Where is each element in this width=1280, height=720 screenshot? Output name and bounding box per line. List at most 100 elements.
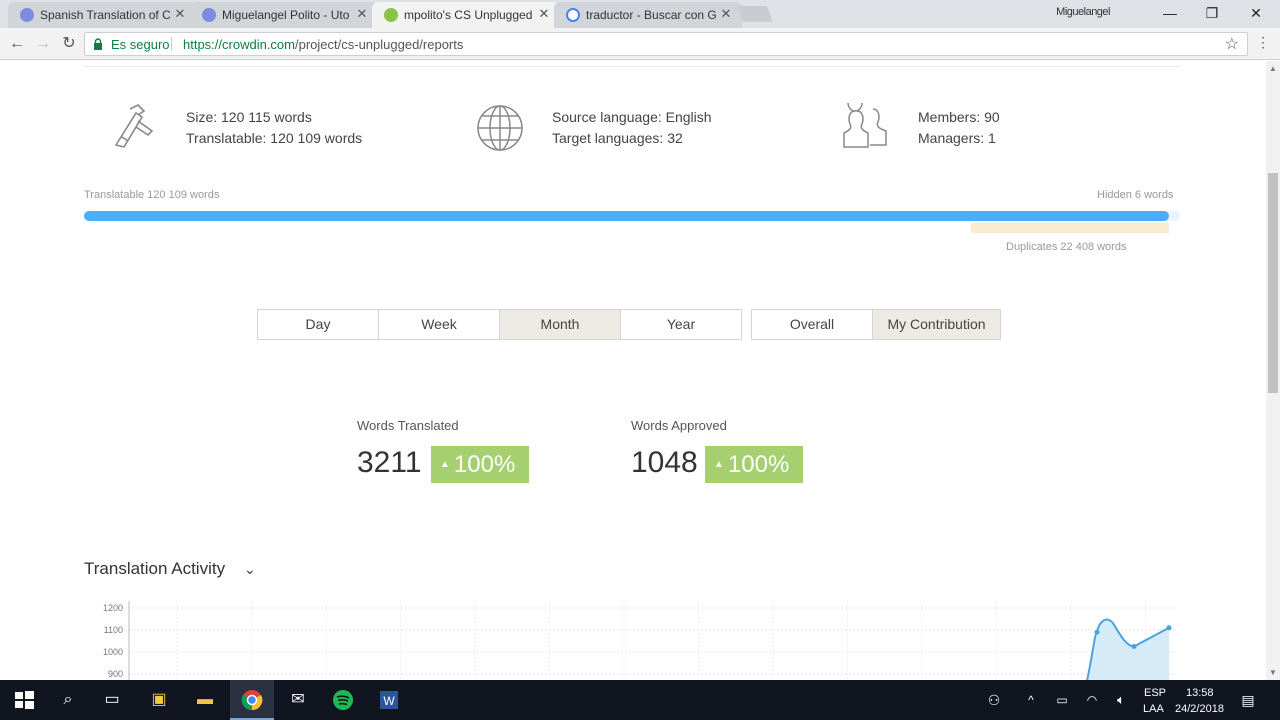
source-language-text: Source language: English (552, 109, 712, 125)
omnibox-divider (171, 37, 172, 51)
close-tab-icon[interactable]: ✕ (354, 6, 370, 22)
section-title[interactable]: Translation Activity (84, 559, 225, 579)
activity-point[interactable] (1166, 625, 1172, 631)
scrollbar-thumb[interactable] (1268, 173, 1278, 393)
caliper-icon (114, 104, 154, 148)
y-tick-label: 1100 (104, 625, 123, 635)
language-bottom[interactable]: LAA (1143, 703, 1164, 715)
report-page: Size: 120 115 words Translatable: 120 10… (0, 61, 1266, 680)
scroll-down-icon[interactable]: ▼ (1266, 667, 1280, 679)
size-text: Size: 120 115 words (186, 109, 312, 125)
period-tab-day[interactable]: Day (257, 309, 379, 340)
address-bar[interactable]: Es seguro https://crowdin.com/project/cs… (84, 32, 1248, 56)
language-top[interactable]: ESP (1144, 687, 1166, 699)
scope-tab-my-contribution[interactable]: My Contribution (872, 309, 1001, 340)
tab-title: Spanish Translation of C (40, 8, 170, 22)
scroll-up-icon[interactable]: ▲ (1266, 63, 1280, 75)
browser-toolbar: ← → ↻ Es seguro https://crowdin.com/proj… (0, 28, 1280, 60)
hidden-label: Hidden 6 words (1097, 189, 1174, 201)
windows-taskbar: ⌕ ▭ ▣ ▬ ✉ W ⚇ ^ ▭ ◠ 🔈︎ ESP LAA 13:58 24/… (0, 680, 1280, 720)
translatable-text: Translatable: 120 109 words (186, 130, 363, 146)
restore-icon[interactable]: ❐ (1190, 0, 1234, 26)
y-tick-label: 1200 (103, 603, 123, 613)
word-icon[interactable]: W (377, 688, 401, 712)
close-tab-icon[interactable]: ✕ (718, 6, 734, 22)
language-stats: Source language: English Target language… (552, 107, 712, 149)
show-hidden-icons-chevron-icon[interactable]: ^ (1019, 688, 1043, 712)
approved-change-text: 100% (727, 451, 790, 478)
close-tab-icon[interactable]: ✕ (536, 6, 552, 22)
google-favicon-icon (566, 8, 580, 22)
clock-date[interactable]: 24/2/2018 (1175, 703, 1224, 715)
browser-tab-strip: Spanish Translation of C ✕ Miguelangel P… (0, 0, 1280, 28)
chevron-down-icon[interactable]: ⌄ (244, 561, 256, 578)
volume-icon[interactable]: 🔈︎ (1109, 688, 1133, 712)
up-triangle-icon: ▲ (714, 459, 724, 470)
managers-text: Managers: 1 (918, 130, 996, 146)
browser-tab-4[interactable]: traductor - Buscar con G ✕ (554, 2, 742, 28)
profile-name[interactable]: Miguelangel (1056, 6, 1110, 18)
clock-time[interactable]: 13:58 (1186, 687, 1214, 699)
y-tick-label: 1000 (103, 647, 123, 657)
translated-change-text: 100% (453, 451, 516, 478)
battery-icon[interactable]: ▭ (1050, 688, 1074, 712)
back-icon[interactable]: ← (6, 33, 28, 55)
translated-change-badge: ▲ 100% (431, 446, 529, 483)
windows-start-icon[interactable] (12, 688, 36, 712)
close-tab-icon[interactable]: ✕ (172, 6, 188, 22)
approved-change-badge: ▲ 100% (705, 446, 803, 483)
bookmark-star-icon[interactable]: ☆ (1225, 34, 1239, 54)
url-host: https://crowdin.com (183, 37, 295, 52)
chrome-icon[interactable] (240, 688, 264, 712)
divider (84, 66, 1180, 67)
new-tab-button[interactable] (737, 6, 773, 22)
y-tick-label: 900 (108, 669, 123, 679)
notifications-icon[interactable]: ▤ (1236, 688, 1260, 712)
crowdin-favicon-icon (202, 8, 216, 22)
mail-icon[interactable]: ✉ (286, 688, 310, 712)
minimize-icon[interactable]: — (1148, 0, 1192, 26)
activity-area (1087, 619, 1169, 680)
crowdin-favicon-icon (20, 8, 34, 22)
activity-point[interactable] (1094, 629, 1100, 635)
wifi-icon[interactable]: ◠ (1080, 688, 1104, 712)
target-languages-text: Target languages: 32 (552, 130, 683, 146)
translatable-label: Translatable 120 109 words (84, 189, 220, 201)
members-icon (843, 103, 887, 148)
members-stats: Members: 90 Managers: 1 (918, 107, 1000, 149)
url-text[interactable]: https://crowdin.com/project/cs-unplugged… (183, 37, 463, 52)
up-triangle-icon: ▲ (440, 459, 450, 470)
task-view-icon[interactable]: ▭ (100, 688, 124, 712)
browser-tab-1[interactable]: Spanish Translation of C ✕ (8, 2, 196, 28)
activity-point[interactable] (1131, 644, 1137, 649)
globe-icon (477, 105, 523, 151)
forward-icon[interactable]: → (32, 33, 54, 55)
leaf-favicon-icon (384, 8, 398, 22)
lock-icon (94, 38, 102, 50)
close-window-icon[interactable]: ✕ (1234, 0, 1278, 26)
people-icon[interactable]: ⚇ (982, 688, 1006, 712)
svg-text:W: W (383, 694, 395, 708)
members-text: Members: 90 (918, 109, 1000, 125)
browser-tab-3[interactable]: mpolito's CS Unplugged ✕ (372, 2, 560, 28)
period-tab-year[interactable]: Year (620, 309, 742, 340)
store-icon[interactable]: ▣ (147, 688, 171, 712)
browser-tab-2[interactable]: Miguelangel Polito - Uto ✕ (190, 2, 378, 28)
size-stats: Size: 120 115 words Translatable: 120 10… (186, 107, 362, 149)
words-translated-value: 3211 (357, 446, 422, 479)
words-approved-value: 1048 (631, 446, 698, 479)
period-tab-month[interactable]: Month (499, 309, 621, 340)
words-translated-label: Words Translated (357, 418, 459, 433)
scope-tab-overall[interactable]: Overall (751, 309, 873, 340)
progress-fill (84, 211, 1170, 221)
words-progress-bar (84, 211, 1180, 221)
spotify-icon[interactable] (331, 688, 355, 712)
file-explorer-icon[interactable]: ▬ (193, 688, 217, 712)
search-icon[interactable]: ⌕ (56, 688, 80, 712)
reload-icon[interactable]: ↻ (58, 33, 80, 55)
period-tab-week[interactable]: Week (378, 309, 500, 340)
translation-activity-chart: 1200 1100 1000 900 (103, 601, 1175, 680)
duplicates-label: Duplicates 22 408 words (1006, 241, 1127, 253)
browser-menu-icon[interactable]: ⋮ (1256, 34, 1270, 51)
tab-title: mpolito's CS Unplugged (404, 8, 533, 22)
